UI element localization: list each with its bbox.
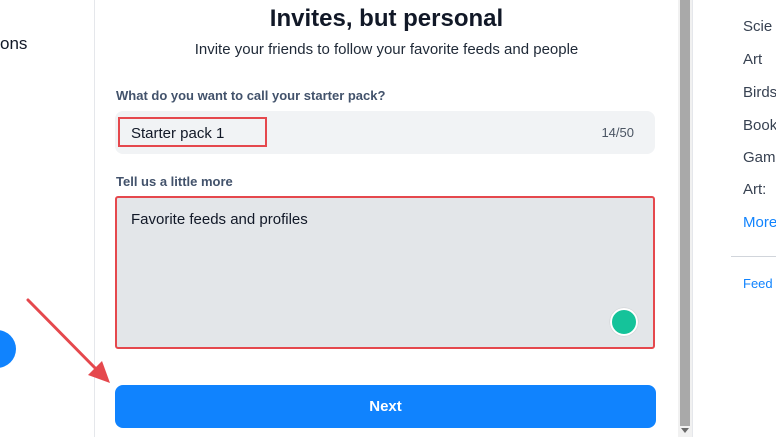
topic-item[interactable]: Art: bbox=[743, 181, 766, 198]
right-sidebar: Scie Art Birds Book Gam Art: More Feed bbox=[692, 0, 776, 437]
page-title: Invites, but personal bbox=[269, 5, 504, 32]
topic-item[interactable]: Scie bbox=[743, 18, 772, 35]
starter-pack-name-input[interactable]: Starter pack 1 14/50 bbox=[115, 111, 655, 154]
feed-link[interactable]: Feed bbox=[743, 276, 773, 291]
name-value: Starter pack 1 bbox=[131, 125, 225, 142]
description-value: Favorite feeds and profiles bbox=[131, 211, 308, 228]
topic-item[interactable]: Book bbox=[743, 117, 776, 134]
starter-pack-panel: Invites, but personal Invite your friend… bbox=[95, 0, 678, 437]
scrollbar-thumb[interactable] bbox=[680, 0, 690, 426]
more-topics-link[interactable]: More bbox=[743, 214, 776, 231]
grammarly-icon[interactable] bbox=[610, 308, 638, 336]
description-textarea[interactable]: Favorite feeds and profiles bbox=[115, 196, 655, 349]
name-field-label: What do you want to call your starter pa… bbox=[116, 88, 386, 103]
description-field-label: Tell us a little more bbox=[116, 174, 233, 189]
sidebar-divider bbox=[731, 256, 776, 257]
scroll-down-arrow-icon[interactable] bbox=[681, 428, 689, 433]
page-subtitle: Invite your friends to follow your favor… bbox=[194, 41, 579, 58]
left-nav-item[interactable]: ons bbox=[0, 34, 27, 54]
topic-item[interactable]: Gam bbox=[743, 149, 776, 166]
character-counter: 14/50 bbox=[601, 125, 634, 140]
scrollbar[interactable] bbox=[678, 0, 692, 437]
topic-item[interactable]: Art bbox=[743, 51, 762, 68]
arrow-icon bbox=[26, 298, 110, 383]
next-button[interactable]: Next bbox=[115, 385, 656, 428]
topic-item[interactable]: Birds bbox=[743, 84, 776, 101]
compose-button[interactable] bbox=[0, 330, 16, 368]
